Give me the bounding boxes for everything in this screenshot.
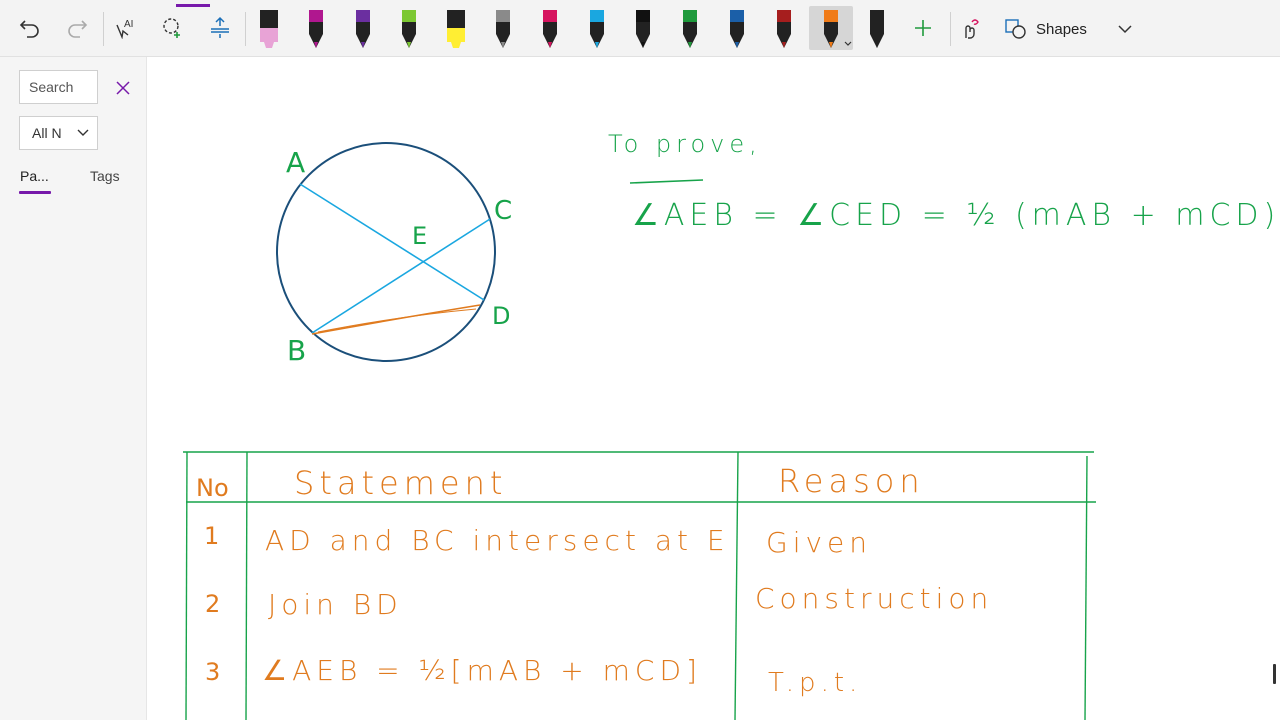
header-statement: Statement	[294, 464, 508, 502]
row2-no: 2	[205, 590, 221, 618]
to-prove-text: To prove,	[608, 130, 762, 158]
active-tab-indicator	[176, 4, 210, 7]
row3-no: 3	[205, 658, 221, 686]
lasso-select-icon[interactable]	[153, 8, 193, 48]
svg-text:AI: AI	[124, 19, 133, 30]
header-reason: Reason	[778, 462, 925, 500]
tab-pages-underline	[19, 191, 51, 194]
pen-blue-icon[interactable]	[721, 6, 753, 50]
row3-reason: T.p.t.	[768, 668, 863, 698]
header-no: No	[196, 474, 229, 502]
label-d: D	[492, 302, 511, 330]
add-space-icon[interactable]	[200, 8, 240, 48]
pen-green-icon[interactable]	[674, 6, 706, 50]
tab-tags[interactable]: Tags	[90, 168, 120, 184]
filter-dropdown[interactable]: All N	[19, 116, 98, 150]
highlighter-yellow-icon[interactable]	[440, 6, 472, 50]
row3-statement: ∠AEB = ½[mAB + mCD]	[262, 654, 702, 687]
chevron-down-icon[interactable]	[1114, 18, 1136, 40]
row2-reason: Construction	[755, 582, 994, 615]
sidebar: Search All N Pa... Tags	[0, 57, 147, 720]
add-pen-icon[interactable]	[903, 8, 943, 48]
chevron-down-icon	[77, 129, 89, 136]
row1-no: 1	[204, 522, 220, 550]
pen-cyan-icon[interactable]	[581, 6, 613, 50]
close-icon[interactable]	[112, 77, 134, 99]
touch-draw-icon[interactable]	[950, 8, 990, 48]
vertical-scrollbar[interactable]	[1273, 664, 1276, 684]
shapes-icon	[1005, 19, 1026, 39]
pen-black-2-icon[interactable]	[861, 6, 893, 50]
pen-black-icon[interactable]	[627, 6, 659, 50]
pen-magenta-icon[interactable]	[300, 6, 332, 50]
highlighter-pink-icon[interactable]	[253, 6, 285, 50]
row1-statement: AD and BC intersect at E	[265, 524, 730, 557]
row1-reason: Given	[766, 526, 873, 559]
pen-crimson-icon[interactable]	[534, 6, 566, 50]
label-b: B	[287, 334, 307, 367]
search-input[interactable]: Search	[19, 70, 98, 104]
pen-purple-icon[interactable]	[347, 6, 379, 50]
shapes-button[interactable]: Shapes	[1004, 14, 1087, 44]
row2-statement: Join BD	[268, 588, 403, 621]
shapes-label: Shapes	[1036, 20, 1087, 38]
tab-pages[interactable]: Pa...	[20, 168, 49, 184]
pen-darkred-icon[interactable]	[768, 6, 800, 50]
undo-icon[interactable]	[10, 8, 50, 48]
label-a: A	[286, 146, 306, 179]
redo-icon[interactable]	[57, 8, 97, 48]
ink-to-text-icon[interactable]: AI	[106, 8, 146, 48]
pen-lime-icon[interactable]	[393, 6, 425, 50]
filter-value: All N	[32, 125, 62, 141]
label-e: E	[412, 222, 428, 250]
label-c: C	[494, 196, 513, 226]
equation-text: ∠AEB = ∠CED = ½ (mAB + mCD)	[632, 198, 1280, 233]
search-placeholder: Search	[29, 79, 74, 95]
pen-galaxy-icon[interactable]	[487, 6, 519, 50]
toolbar: AI Shapes	[0, 0, 1280, 57]
pen-orange-icon[interactable]	[808, 6, 853, 50]
